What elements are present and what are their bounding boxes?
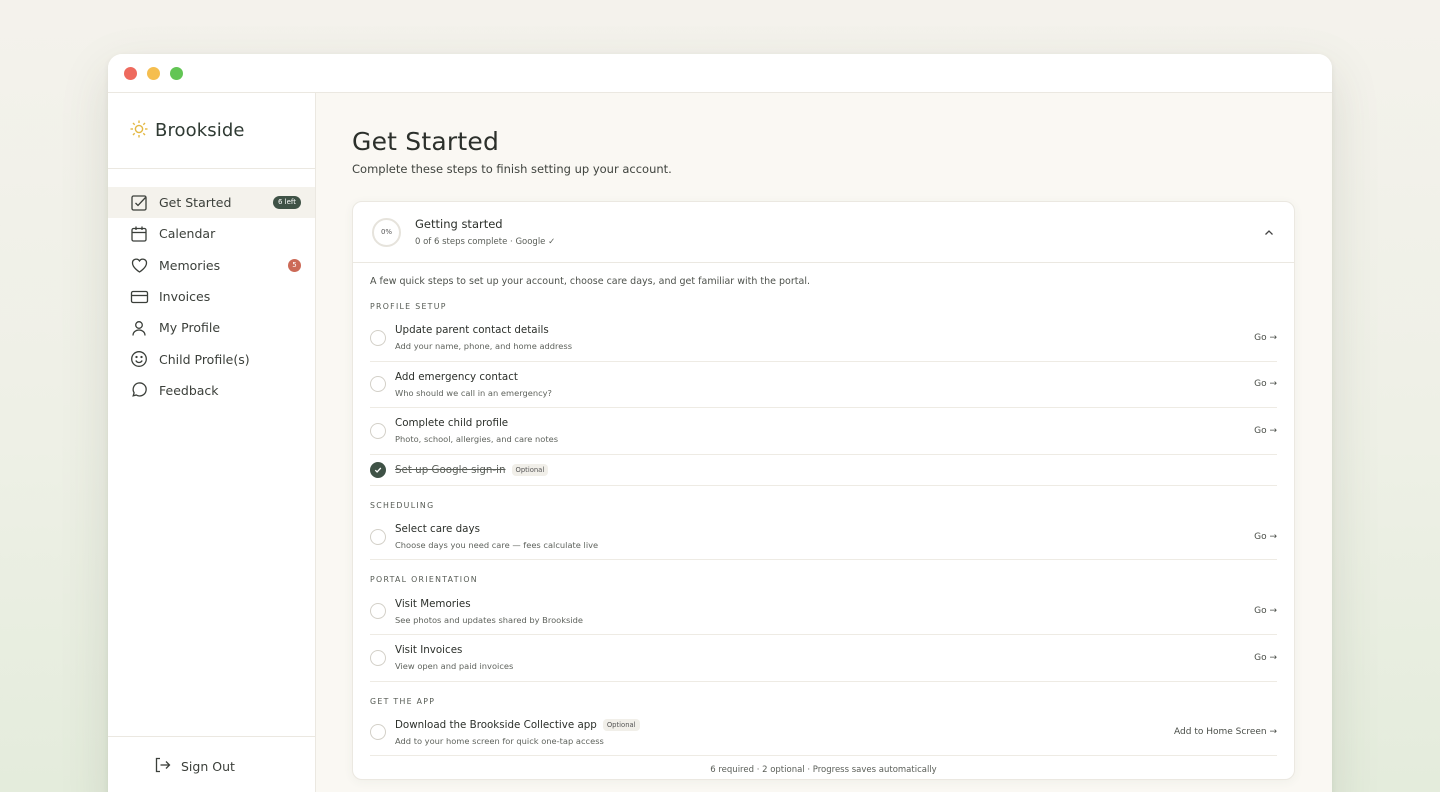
- calendar-icon: [129, 224, 149, 244]
- task-row[interactable]: Visit Memories See photos and updates sh…: [370, 588, 1277, 635]
- task-subtitle: See photos and updates shared by Brooksi…: [395, 614, 584, 625]
- sidebar-item-label: Feedback: [159, 382, 219, 398]
- sun-icon: [129, 119, 149, 143]
- task-subtitle: Add to your home screen for quick one-ta…: [395, 735, 604, 746]
- task-row[interactable]: Update parent contact details Add your n…: [370, 315, 1277, 362]
- task-subtitle: Photo, school, allergies, and care notes: [395, 434, 559, 445]
- card-body: A few quick steps to set up your account…: [353, 276, 1294, 775]
- main-content: Get Started Complete these steps to fini…: [316, 93, 1332, 792]
- task-title: Select care days: [395, 523, 480, 536]
- card-title: Getting started: [415, 217, 503, 231]
- task-go-link[interactable]: Go →: [1254, 532, 1277, 542]
- sidebar-item-invoices[interactable]: Invoices: [108, 281, 315, 312]
- task-checkbox[interactable]: [370, 422, 386, 439]
- sidebar-item-label: Memories: [159, 257, 221, 273]
- task-row[interactable]: Complete child profile Photo, school, al…: [370, 408, 1277, 455]
- section-label-app: GET THE APP: [370, 696, 436, 706]
- sidebar-item-label: My Profile: [159, 320, 221, 336]
- app-window: Brookside Get Started 6 left Calendar Me…: [108, 54, 1332, 792]
- task-row[interactable]: Add emergency contact Who should we call…: [370, 362, 1277, 409]
- credit-card-icon: [129, 287, 149, 307]
- task-row[interactable]: Set up Google sign-in Optional: [370, 455, 1277, 486]
- steps-left-badge: 6 left: [272, 196, 301, 210]
- minimize-window-button[interactable]: [147, 66, 160, 80]
- task-checkbox[interactable]: [370, 603, 386, 620]
- task-checkbox[interactable]: [370, 528, 386, 545]
- brand-name: Brookside: [155, 120, 245, 141]
- heart-icon: [129, 255, 149, 275]
- maximize-window-button[interactable]: [170, 66, 183, 80]
- task-subtitle: Add your name, phone, and home address: [395, 341, 573, 352]
- chevron-up-icon[interactable]: [1264, 226, 1274, 239]
- task-checkbox[interactable]: [370, 329, 386, 346]
- sidebar-item-label: Child Profile(s): [159, 351, 250, 367]
- sidebar-item-label: Calendar: [159, 226, 216, 242]
- card-intro: A few quick steps to set up your account…: [370, 276, 810, 287]
- task-go-link[interactable]: Go →: [1254, 426, 1277, 436]
- getting-started-card: 0% Getting started 0 of 6 steps complete…: [352, 201, 1295, 780]
- task-checkbox[interactable]: [370, 649, 386, 666]
- sidebar-item-child-profiles[interactable]: Child Profile(s): [108, 343, 315, 374]
- check-icon: [374, 467, 382, 473]
- page-subtitle: Complete these steps to finish setting u…: [352, 162, 672, 176]
- task-title: Visit Memories: [395, 597, 471, 610]
- sidebar-item-calendar[interactable]: Calendar: [108, 218, 315, 249]
- task-go-link[interactable]: Go →: [1254, 606, 1277, 616]
- task-subtitle: View open and paid invoices: [395, 661, 514, 672]
- optional-tag: Optional: [602, 718, 640, 731]
- page-title: Get Started: [352, 127, 500, 156]
- chat-bubble-icon: [129, 380, 149, 400]
- section-label-scheduling: SCHEDULING: [370, 500, 435, 510]
- section-label-orientation: PORTAL ORIENTATION: [370, 575, 478, 585]
- sidebar: Brookside Get Started 6 left Calendar Me…: [108, 93, 316, 792]
- sign-out-button[interactable]: Sign Out: [108, 736, 315, 792]
- task-subtitle: Who should we call in an emergency?: [395, 387, 552, 398]
- sidebar-nav: Get Started 6 left Calendar Memories 5 I…: [108, 169, 315, 406]
- task-row[interactable]: Select care days Choose days you need ca…: [370, 514, 1277, 561]
- task-title: Download the Brookside Collective app: [395, 718, 597, 731]
- task-title: Visit Invoices: [395, 644, 463, 657]
- sidebar-item-label: Invoices: [159, 289, 211, 305]
- task-row[interactable]: Download the Brookside Collective app Op…: [370, 710, 1277, 757]
- progress-footer-note: 6 required · 2 optional · Progress saves…: [710, 765, 937, 776]
- progress-ring: 0%: [372, 217, 401, 247]
- task-checkbox-checked[interactable]: [370, 461, 386, 478]
- card-meta: 0 of 6 steps complete · Google ✓: [415, 237, 556, 247]
- smiley-icon: [129, 349, 149, 369]
- sidebar-item-feedback[interactable]: Feedback: [108, 375, 315, 406]
- task-checkbox[interactable]: [370, 376, 386, 393]
- checklist-icon: [129, 193, 149, 213]
- sidebar-item-get-started[interactable]: Get Started 6 left: [108, 187, 315, 219]
- task-go-link[interactable]: Go →: [1254, 379, 1277, 389]
- task-title: Add emergency contact: [395, 370, 518, 383]
- task-title: Update parent contact details: [395, 324, 549, 337]
- person-icon: [129, 318, 149, 338]
- add-to-home-screen-link[interactable]: Add to Home Screen →: [1174, 727, 1277, 737]
- optional-tag: Optional: [511, 463, 549, 476]
- sidebar-item-memories[interactable]: Memories 5: [108, 250, 315, 281]
- brand[interactable]: Brookside: [108, 93, 315, 169]
- task-subtitle: Choose days you need care — fees calcula…: [395, 540, 599, 551]
- task-row[interactable]: Visit Invoices View open and paid invoic…: [370, 635, 1277, 682]
- task-title: Set up Google sign-in: [395, 463, 506, 476]
- close-window-button[interactable]: [124, 66, 137, 80]
- title-bar: [108, 54, 1332, 93]
- sign-out-label: Sign Out: [181, 759, 235, 774]
- sidebar-item-my-profile[interactable]: My Profile: [108, 312, 315, 343]
- task-title: Complete child profile: [395, 417, 509, 430]
- section-label-profile: PROFILE SETUP: [370, 302, 447, 311]
- task-go-link[interactable]: Go →: [1254, 333, 1277, 343]
- task-checkbox[interactable]: [370, 724, 386, 741]
- memories-count-badge: 5: [288, 258, 301, 272]
- sign-out-icon: [153, 756, 171, 777]
- progress-percent: 0%: [380, 228, 393, 236]
- sidebar-item-label: Get Started: [159, 195, 232, 211]
- task-go-link[interactable]: Go →: [1254, 653, 1277, 663]
- card-header[interactable]: 0% Getting started 0 of 6 steps complete…: [353, 202, 1294, 263]
